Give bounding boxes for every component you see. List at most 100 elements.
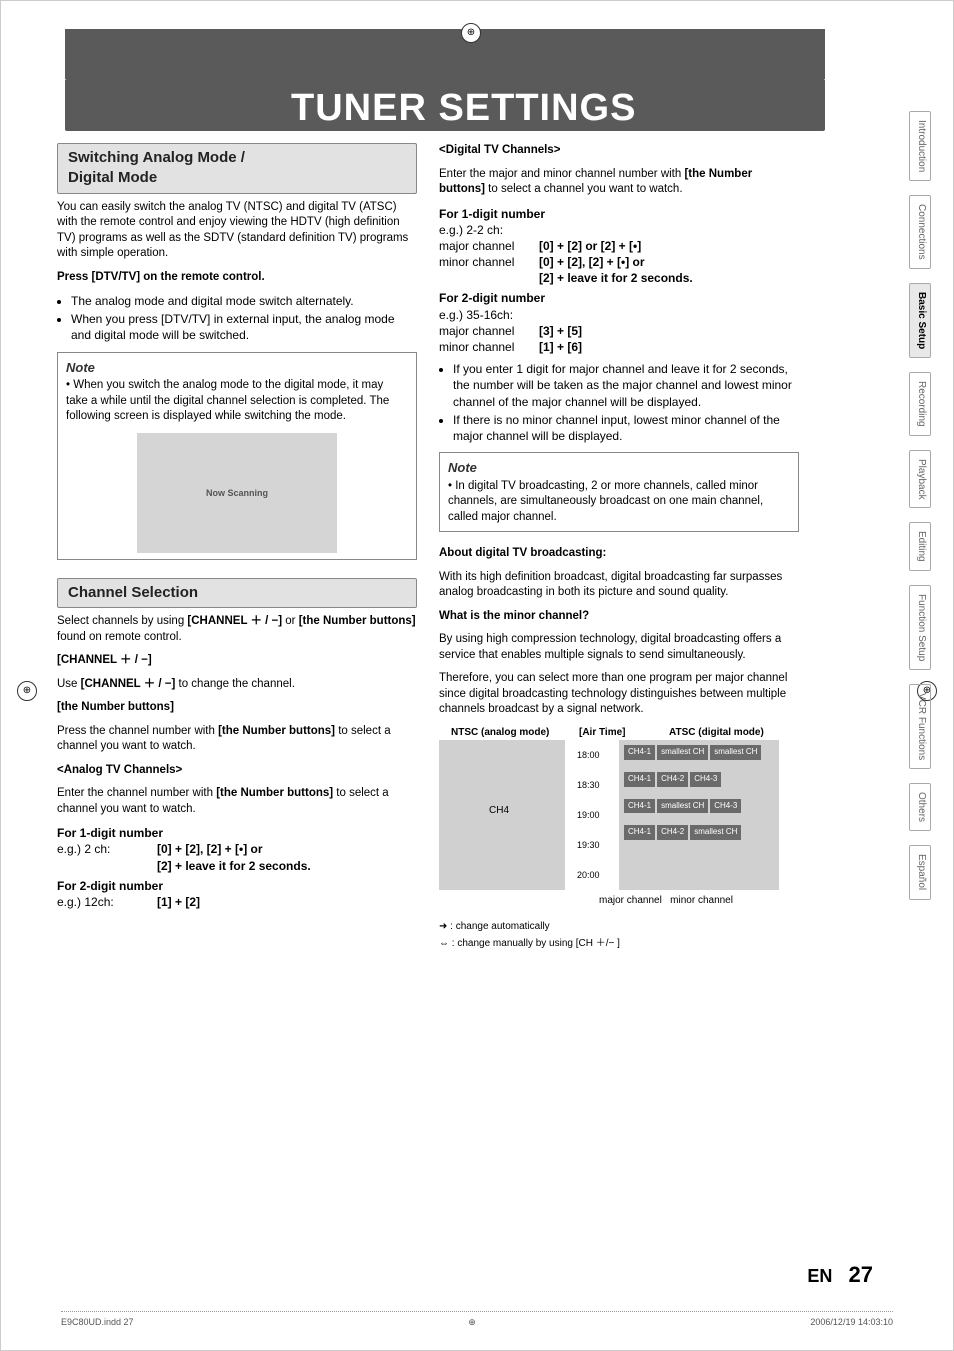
ch-cell: smallest CH (690, 825, 741, 840)
ch-cell: CH4-2 (657, 772, 688, 787)
minor-label: minor channel (439, 254, 539, 286)
legend-manual: ⇔ : change manually by using [CH ＋/− ] (439, 937, 799, 951)
sec3-p4: Therefore, you can select more than one … (439, 671, 799, 718)
major-val2: [3] + [5] (539, 323, 799, 339)
sec2-p2: Use [CHANNEL ＋ / −] to change the channe… (57, 677, 417, 693)
t: Use (57, 678, 81, 690)
sec3-h3: For 2-digit number (439, 290, 799, 306)
tab-editing[interactable]: Editing (909, 522, 931, 571)
t: found on remote control. (57, 631, 182, 643)
page-num: 27 (849, 1262, 873, 1287)
section-header-switching: Switching Analog Mode / Digital Mode (57, 143, 417, 194)
eg2-label: e.g.) 12ch: (57, 894, 157, 910)
left-column: Switching Analog Mode / Digital Mode You… (57, 143, 417, 951)
side-tabs: Introduction Connections Basic Setup Rec… (909, 111, 931, 900)
tab-playback[interactable]: Playback (909, 450, 931, 509)
sec3-note-body: In digital TV broadcasting, 2 or more ch… (448, 480, 763, 523)
tab-recording[interactable]: Recording (909, 372, 931, 436)
tab-espanol[interactable]: Español (909, 845, 931, 899)
ch-cell: smallest CH (710, 745, 761, 760)
registration-mark-left: ⊕ (17, 681, 37, 701)
cap-major: major channel (599, 895, 662, 906)
sec3-major2: major channel [3] + [5] (439, 323, 799, 339)
diag-atsc-hdr: ATSC (digital mode) (669, 726, 764, 740)
ch-cell: CH4-2 (657, 825, 688, 840)
page-lang: EN (807, 1266, 832, 1286)
eg-1-row: e.g.) 2 ch: [0] + [2], [2] + [•] or [2] … (57, 841, 417, 873)
ch-cell: smallest CH (657, 745, 708, 760)
sec3-h2: For 1-digit number (439, 206, 799, 222)
header-strip (65, 29, 825, 79)
ch-cell: CH4-3 (710, 799, 741, 814)
t: : change manually by using [CH ＋/− ] (449, 938, 620, 949)
t: Press the channel number with (57, 725, 218, 737)
eg1-label: e.g.) 2 ch: (57, 841, 157, 873)
sec2-p3: Press the channel number with [the Numbe… (57, 724, 417, 755)
sec1-bullet2-text: When you press [DTV/TV] in external inpu… (71, 312, 395, 342)
footer-left: E9C80UD.indd 27 (61, 1316, 134, 1328)
right-column: <Digital TV Channels> Enter the major an… (439, 143, 799, 951)
tab-others[interactable]: Others (909, 783, 931, 831)
minor-val2: [1] + [6] (539, 339, 799, 355)
footer-right: 2006/12/19 14:03:10 (810, 1316, 893, 1328)
t: to select a channel you want to watch. (485, 183, 683, 195)
diag-ntsc-hdr: NTSC (analog mode) (451, 726, 549, 740)
ch-cell: CH4-1 (624, 799, 655, 814)
diag-air-hdr: [Air Time] (579, 726, 626, 740)
sec2-p4: Enter the channel number with [the Numbe… (57, 786, 417, 817)
registration-mark-top: ⊕ (461, 23, 481, 43)
t: or (282, 615, 299, 627)
t: [the Number buttons] (299, 615, 416, 627)
sec3-minor2: minor channel [1] + [6] (439, 339, 799, 355)
sec2-h4: For 1-digit number (57, 825, 417, 841)
diag-atsc-grid: CH4-1smallest CHsmallest CH CH4-1CH4-2CH… (623, 744, 762, 841)
sec2-p1: Select channels by using [CHANNEL ＋ / −]… (57, 614, 417, 645)
sec3-minor-row: minor channel [0] + [2], [2] + [•] or [2… (439, 254, 799, 286)
sec1-note-body: When you switch the analog mode to the d… (66, 379, 389, 422)
now-scanning-box: Now Scanning (137, 433, 337, 553)
minor-label2: minor channel (439, 339, 539, 355)
eg2-val: [1] + [2] (157, 894, 417, 910)
sec1-bullet1: The analog mode and digital mode switch … (71, 293, 417, 309)
ch-cell: CH4-1 (624, 825, 655, 840)
tab-basic-setup[interactable]: Basic Setup (909, 283, 931, 358)
sec3-note: Note • In digital TV broadcasting, 2 or … (439, 452, 799, 532)
tab-introduction[interactable]: Introduction (909, 111, 931, 181)
eg-2-row: e.g.) 12ch: [1] + [2] (57, 894, 417, 910)
note-title: Note (66, 359, 408, 377)
diag-ntsc-lbl: CH4 (489, 804, 509, 818)
page-title: TUNER SETTINGS (291, 83, 636, 134)
section-header-channel: Channel Selection (57, 578, 417, 608)
sec2-h1: [CHANNEL ＋ / −] (57, 653, 417, 669)
sec3-major-row: major channel [0] + [2] or [2] + [•] (439, 238, 799, 254)
sec3-b2: If there is no minor channel input, lowe… (453, 412, 799, 444)
tab-connections[interactable]: Connections (909, 195, 931, 269)
registration-mark-bottom: ⊕ (468, 1316, 476, 1328)
legend-auto: ➜ : change automatically (439, 920, 799, 934)
sec2-h2: [the Number buttons] (57, 700, 417, 716)
t: [2] + leave it for 2 seconds. (157, 859, 311, 873)
sec3-h4: About digital TV broadcasting: (439, 546, 799, 562)
sec1-para1: You can easily switch the analog TV (NTS… (57, 200, 417, 262)
page-number: EN 27 (807, 1260, 873, 1290)
ch-cell: CH4-3 (690, 772, 721, 787)
major-label2: major channel (439, 323, 539, 339)
sec1-note: Note • When you switch the analog mode t… (57, 352, 417, 560)
tab-function-setup[interactable]: Function Setup (909, 585, 931, 670)
t: [CHANNEL ＋ / −] (81, 678, 176, 690)
now-scanning-text: Now Scanning (206, 487, 268, 499)
sec3-p1: Enter the major and minor channel number… (439, 167, 799, 198)
eg1-val: [0] + [2], [2] + [•] or [2] + leave it f… (157, 841, 417, 873)
sec3-eg1: e.g.) 2-2 ch: (439, 222, 799, 238)
t: [0] + [2], [2] + [•] or (539, 255, 645, 269)
time-row: 18:30 (577, 770, 600, 800)
time-row: 20:00 (577, 860, 600, 890)
t: to change the channel. (175, 678, 295, 690)
time-row: 18:00 (577, 740, 600, 770)
tab-vcr-functions[interactable]: VCR Functions (909, 684, 931, 769)
sec2-h3: <Analog TV Channels> (57, 763, 417, 779)
ch-cell: smallest CH (657, 799, 708, 814)
channel-diagram: NTSC (analog mode) [Air Time] ATSC (digi… (439, 726, 779, 916)
ch-cell: CH4-1 (624, 772, 655, 787)
t: Enter the channel number with (57, 787, 216, 799)
